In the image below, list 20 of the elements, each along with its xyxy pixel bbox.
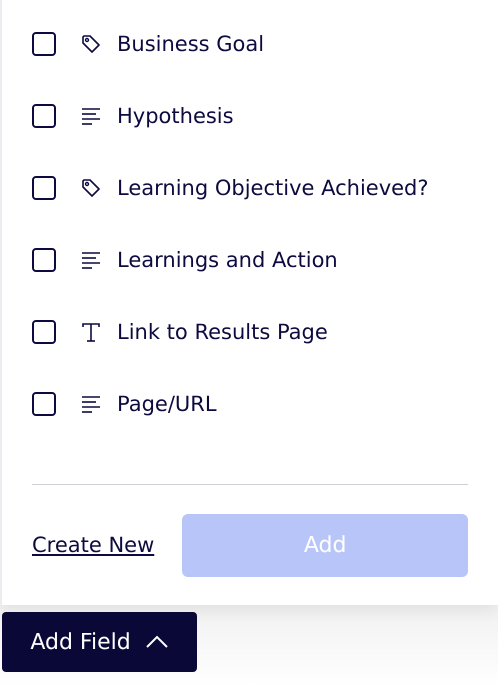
- checkbox[interactable]: [32, 176, 56, 200]
- add-field-button[interactable]: Add Field: [2, 612, 197, 672]
- field-label: Learning Objective Achieved?: [117, 175, 429, 202]
- field-label: Page/URL: [117, 391, 217, 418]
- paragraph-icon: [80, 105, 102, 127]
- checkbox[interactable]: [32, 32, 56, 56]
- tag-icon: [80, 33, 102, 55]
- create-new-link[interactable]: Create New: [32, 530, 154, 562]
- field-label: Learnings and Action: [117, 247, 338, 274]
- tag-icon: [80, 177, 102, 199]
- field-label: Link to Results Page: [117, 319, 328, 346]
- checkbox[interactable]: [32, 392, 56, 416]
- checkbox[interactable]: [32, 104, 56, 128]
- paragraph-icon: [80, 393, 102, 415]
- checkbox[interactable]: [32, 320, 56, 344]
- checkbox[interactable]: [32, 248, 56, 272]
- paragraph-icon: [80, 249, 102, 271]
- field-label: Business Goal: [117, 31, 264, 58]
- field-label: Hypothesis: [117, 103, 234, 130]
- text-type-icon: [80, 321, 102, 343]
